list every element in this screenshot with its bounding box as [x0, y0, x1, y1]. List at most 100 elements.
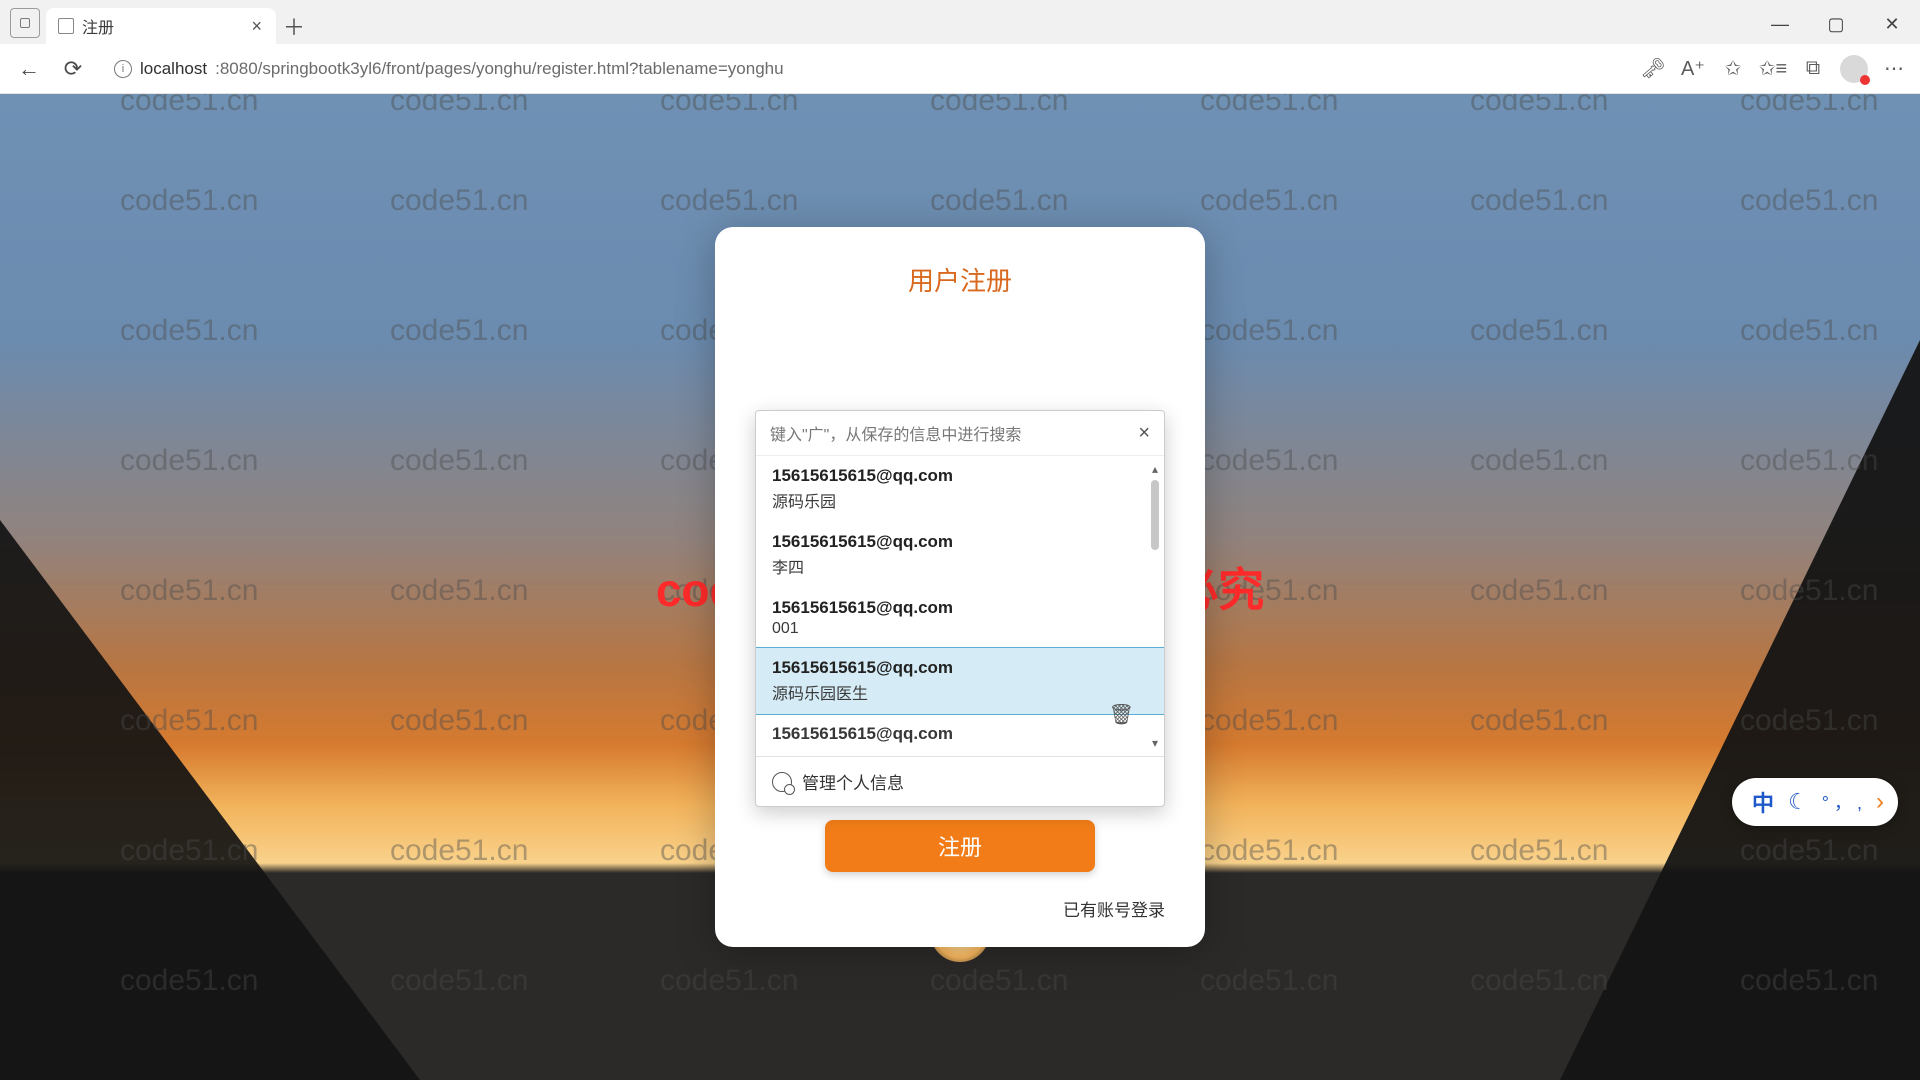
autofill-item[interactable]: 15615615615@qq.com001: [756, 588, 1164, 648]
manage-personal-info[interactable]: 管理个人信息: [756, 756, 1164, 806]
tab-overview-button[interactable]: [10, 8, 40, 38]
browser-window: 注册 × ＋ ― ▢ ✕ ← ⟳ i localhost :8080/spring…: [0, 0, 1920, 1080]
ime-punct[interactable]: ° ， ,: [1822, 789, 1862, 815]
watermark-tile: code51.cn: [1740, 964, 1878, 998]
autofill-list: 15615615615@qq.com源码乐园15615615615@qq.com…: [756, 456, 1164, 756]
watermark-tile: code51.cn: [120, 834, 258, 868]
watermark-tile: code51.cn: [120, 444, 258, 478]
watermark-tile: code51.cn: [1200, 574, 1338, 608]
autofill-item-line1: 15615615615@qq.com: [772, 532, 1148, 552]
autofill-close-icon[interactable]: ×: [1138, 422, 1150, 445]
watermark-tile: code51.cn: [1470, 184, 1608, 218]
watermark-tile: code51.cn: [120, 94, 258, 118]
watermark-tile: code51.cn: [1740, 704, 1878, 738]
autofill-item[interactable]: 15615615615@qq.com李四: [756, 522, 1164, 588]
watermark-tile: code51.cn: [1200, 314, 1338, 348]
url-rest: :8080/springbootk3yl6/front/pages/yonghu…: [215, 59, 783, 79]
watermark-tile: code51.cn: [390, 444, 528, 478]
autofill-scrollbar[interactable]: ▴ ▾: [1148, 462, 1162, 750]
close-window-button[interactable]: ✕: [1864, 4, 1920, 44]
profile-avatar[interactable]: [1840, 55, 1868, 83]
collections-icon[interactable]: ⧉: [1800, 56, 1826, 82]
ime-expand-icon[interactable]: ›: [1876, 788, 1884, 816]
autofill-hint-text: 键入"广"，从保存的信息中进行搜索: [770, 421, 1021, 445]
watermark-tile: code51.cn: [390, 314, 528, 348]
autofill-item-line2: 源码乐园医生: [772, 680, 1148, 704]
site-info-icon[interactable]: i: [114, 60, 132, 78]
watermark-tile: code51.cn: [1740, 834, 1878, 868]
watermark-tile: code51.cn: [1470, 704, 1608, 738]
read-aloud-icon[interactable]: A⁺: [1680, 56, 1706, 82]
watermark-tile: code51.cn: [120, 574, 258, 608]
login-link[interactable]: 已有账号登录: [1063, 896, 1165, 921]
password-icon[interactable]: 🗝: [1640, 56, 1666, 82]
watermark-tile: code51.cn: [1740, 574, 1878, 608]
ime-toolbar[interactable]: 中 ☾ ° ， , ›: [1732, 778, 1898, 826]
watermark-tile: code51.cn: [1470, 444, 1608, 478]
person-settings-icon: [772, 772, 792, 792]
autofill-item[interactable]: 15615615615@qq.com源码乐园: [756, 456, 1164, 522]
minimize-button[interactable]: ―: [1752, 4, 1808, 44]
delete-entry-icon[interactable]: 🗑: [1109, 702, 1134, 727]
scroll-up-icon[interactable]: ▴: [1148, 462, 1162, 476]
toolbar-right: 🗝 A⁺ ✩ ✩≡ ⧉ ⋯: [1640, 55, 1908, 83]
watermark-tile: code51.cn: [120, 964, 258, 998]
favorites-add-icon[interactable]: ✩: [1720, 56, 1746, 82]
browser-tab[interactable]: 注册 ×: [46, 8, 276, 44]
watermark-tile: code51.cn: [1200, 184, 1338, 218]
scroll-thumb[interactable]: [1151, 480, 1159, 550]
watermark-tile: code51.cn: [1470, 834, 1608, 868]
watermark-tile: code51.cn: [930, 94, 1068, 118]
register-button[interactable]: 注册: [825, 820, 1095, 872]
autofill-item-line1: 15615615615@qq.com: [772, 724, 1148, 744]
watermark-tile: code51.cn: [1470, 94, 1608, 118]
card-title: 用户注册: [908, 261, 1012, 298]
watermark-tile: code51.cn: [1200, 964, 1338, 998]
ime-lang[interactable]: 中: [1752, 786, 1774, 818]
watermark-tile: code51.cn: [660, 184, 798, 218]
watermark-tile: code51.cn: [120, 314, 258, 348]
scroll-down-icon[interactable]: ▾: [1148, 736, 1162, 750]
maximize-button[interactable]: ▢: [1808, 4, 1864, 44]
watermark-tile: code51.cn: [930, 184, 1068, 218]
autofill-item[interactable]: 15615615615@qq.com源码乐园医生: [756, 647, 1164, 715]
autofill-item-line1: 15615615615@qq.com: [772, 598, 1148, 618]
autofill-item-line1: 15615615615@qq.com: [772, 466, 1148, 486]
favorites-bar-icon[interactable]: ✩≡: [1760, 56, 1786, 82]
autofill-item[interactable]: 15615615615@qq.com: [756, 714, 1164, 756]
watermark-tile: code51.cn: [660, 94, 798, 118]
tab-title: 注册: [82, 14, 114, 38]
page-icon: [58, 18, 74, 34]
watermark-tile: code51.cn: [390, 574, 528, 608]
watermark-tile: code51.cn: [390, 964, 528, 998]
manage-label: 管理个人信息: [802, 769, 904, 794]
url-field[interactable]: i localhost :8080/springbootk3yl6/front/p…: [100, 51, 1630, 87]
watermark-tile: code51.cn: [390, 704, 528, 738]
watermark-tile: code51.cn: [390, 94, 528, 118]
watermark-tile: code51.cn: [1200, 94, 1338, 118]
autofill-hint: 键入"广"，从保存的信息中进行搜索 ×: [756, 411, 1164, 456]
watermark-tile: code51.cn: [1470, 314, 1608, 348]
tab-bar: 注册 × ＋ ― ▢ ✕: [0, 0, 1920, 44]
autofill-item-line2: 李四: [772, 554, 1148, 578]
url-host: localhost: [140, 59, 207, 79]
back-button[interactable]: ←: [12, 52, 46, 86]
new-tab-button[interactable]: ＋: [276, 8, 312, 44]
autofill-dropdown: 键入"广"，从保存的信息中进行搜索 × 15615615615@qq.com源码…: [755, 410, 1165, 807]
close-tab-icon[interactable]: ×: [251, 16, 262, 37]
autofill-item-line2: 源码乐园: [772, 488, 1148, 512]
page-viewport: code51.cn code51.cn code51.cn code51.cn code…: [0, 94, 1920, 1080]
watermark-tile: code51.cn: [390, 184, 528, 218]
more-menu-icon[interactable]: ⋯: [1882, 56, 1908, 82]
address-bar: ← ⟳ i localhost :8080/springbootk3yl6/fro…: [0, 44, 1920, 94]
watermark-tile: code51.cn: [1200, 834, 1338, 868]
watermark-tile: code51.cn: [1740, 184, 1878, 218]
ime-moon-icon[interactable]: ☾: [1788, 789, 1808, 815]
watermark-tile: code51.cn: [1740, 94, 1878, 118]
watermark-tile: code51.cn: [120, 184, 258, 218]
watermark-tile: code51.cn: [1470, 574, 1608, 608]
watermark-tile: code51.cn: [1200, 444, 1338, 478]
watermark-tile: code51.cn: [1740, 314, 1878, 348]
autofill-item-line1: 15615615615@qq.com: [772, 658, 1148, 678]
refresh-button[interactable]: ⟳: [56, 52, 90, 86]
